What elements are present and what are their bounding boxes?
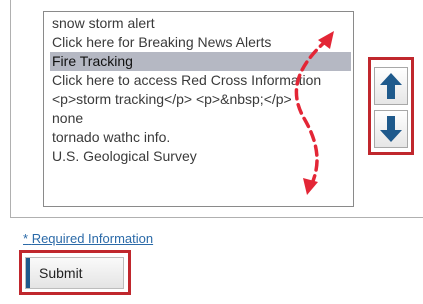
form-frame-left xyxy=(10,0,11,218)
list-item[interactable]: none xyxy=(50,109,351,128)
list-item-selected[interactable]: Fire Tracking xyxy=(50,52,351,71)
list-item[interactable]: Click here for Breaking News Alerts xyxy=(50,33,351,52)
options-listbox[interactable]: snow storm alert Click here for Breaking… xyxy=(43,11,354,207)
arrow-up-icon xyxy=(380,73,402,99)
submit-accent-bar xyxy=(26,258,30,288)
list-item[interactable]: U.S. Geological Survey xyxy=(50,147,351,166)
required-information-label: Required Information xyxy=(31,231,154,246)
required-information-link[interactable]: * Required Information xyxy=(23,231,153,246)
arrow-down-icon xyxy=(380,116,402,142)
move-down-button[interactable] xyxy=(374,110,408,148)
move-up-button[interactable] xyxy=(374,67,408,105)
list-item[interactable]: <p>storm tracking</p> <p>&nbsp;</p> xyxy=(50,90,351,109)
form-frame-bottom xyxy=(10,217,423,218)
submit-button[interactable]: Submit xyxy=(25,257,124,289)
list-item[interactable]: Click here to access Red Cross Informati… xyxy=(50,71,351,90)
required-asterisk: * xyxy=(23,231,29,246)
list-item[interactable]: snow storm alert xyxy=(50,14,351,33)
list-item[interactable]: tornado wathc info. xyxy=(50,128,351,147)
submit-label: Submit xyxy=(39,265,83,281)
